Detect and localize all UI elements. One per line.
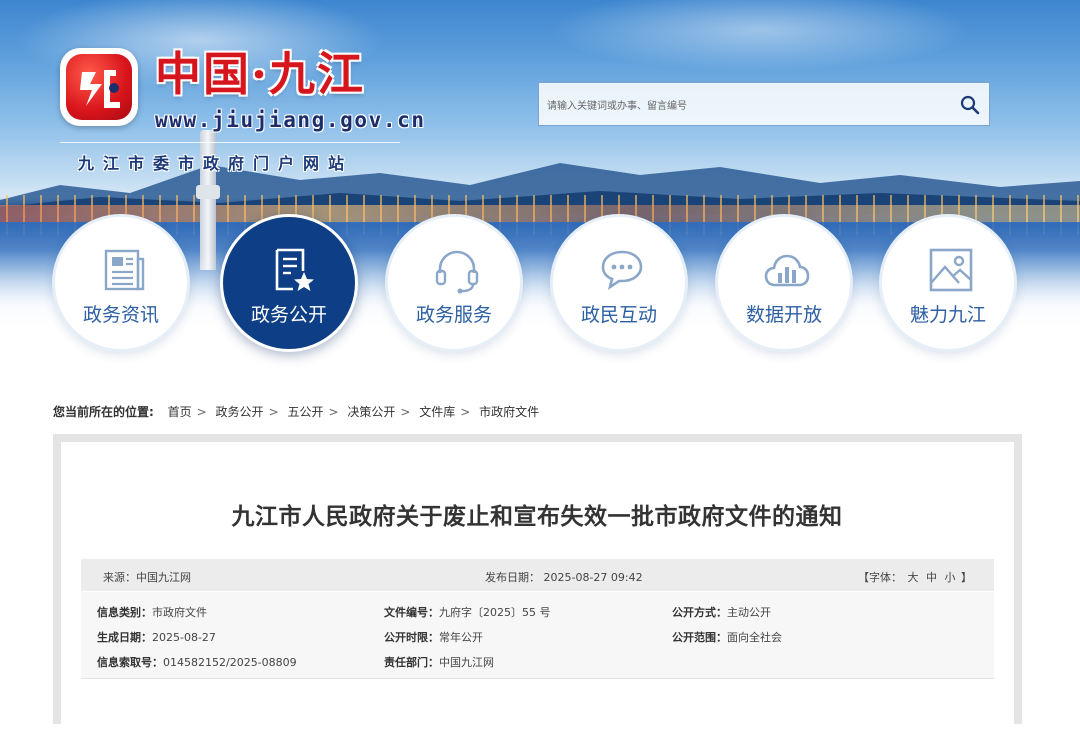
main-nav: 政务资讯 政务公开 政务服务 政民互动 数据开放 魅力九江 <box>52 214 1032 354</box>
search-input[interactable] <box>545 95 949 117</box>
nav-label: 政务公开 <box>250 304 327 326</box>
chat-bubbles-icon <box>601 250 643 290</box>
headset-icon <box>435 250 479 294</box>
article-title: 九江市人民政府关于废止和宣布失效一批市政府文件的通知 <box>231 504 843 530</box>
breadcrumb-separator: > <box>400 405 411 419</box>
breadcrumb-decision-open[interactable]: 决策公开 <box>347 405 395 419</box>
picture-icon <box>929 248 973 292</box>
font-size-close-bracket: 】 <box>961 571 972 584</box>
site-subtitle: 九江市委市政府门户网站 <box>78 154 354 173</box>
info-department: 责任部门：中国九江网 <box>384 654 494 670</box>
info-doc-number-value: 九府字〔2025〕55 号 <box>439 606 551 619</box>
breadcrumb-separator: > <box>328 405 339 419</box>
info-open-mode-value: 主动公开 <box>727 606 771 619</box>
nav-item-news[interactable]: 政务资讯 <box>52 214 190 352</box>
font-size-small-button[interactable]: 小 <box>945 571 956 584</box>
info-index-number-label: 信息索取号： <box>97 656 163 669</box>
breadcrumb-home[interactable]: 首页 <box>168 405 192 419</box>
breadcrumb-separator: > <box>268 405 279 419</box>
info-divider <box>81 678 994 679</box>
info-open-scope: 公开范围：面向全社会 <box>672 629 782 645</box>
cloud-chart-icon <box>764 254 810 287</box>
breadcrumb-file-library[interactable]: 文件库 <box>419 405 455 419</box>
article-publish-date: 发布日期： 2025-08-27 09:42 <box>485 571 643 584</box>
info-department-value: 中国九江网 <box>439 656 494 669</box>
article-meta-bar: 来源：中国九江网 发布日期： 2025-08-27 09:42 【字体： 大 中… <box>81 559 994 591</box>
info-open-mode-label: 公开方式： <box>672 606 727 619</box>
info-category: 信息类别：市政府文件 <box>97 604 207 620</box>
nav-label: 政务服务 <box>415 304 492 326</box>
nav-item-charm-jiujiang[interactable]: 魅力九江 <box>879 214 1017 352</box>
font-size-switcher: 【字体： 大 中 小 】 <box>858 569 972 585</box>
info-department-label: 责任部门： <box>384 656 439 669</box>
article-info-table: 信息类别：市政府文件 文件编号：九府字〔2025〕55 号 公开方式：主动公开 … <box>81 592 994 678</box>
info-category-label: 信息类别： <box>97 606 152 619</box>
logo-divider <box>60 142 400 143</box>
logo-emblem-icon[interactable] <box>60 48 138 126</box>
search-icon <box>960 95 980 115</box>
info-open-scope-label: 公开范围： <box>672 631 727 644</box>
info-open-period-label: 公开时限： <box>384 631 439 644</box>
font-size-label: 【字体： <box>858 571 902 584</box>
info-open-period-value: 常年公开 <box>439 631 483 644</box>
font-size-medium-button[interactable]: 中 <box>926 571 937 584</box>
info-open-period: 公开时限：常年公开 <box>384 629 483 645</box>
breadcrumb-open-government[interactable]: 政务公开 <box>216 405 264 419</box>
document-star-icon <box>275 248 314 291</box>
info-doc-number-label: 文件编号： <box>384 606 439 619</box>
breadcrumb: 您当前所在的位置: 首页 > 政务公开 > 五公开 > 决策公开 > 文件库 > 市政府文… <box>53 403 539 420</box>
breadcrumb-five-open[interactable]: 五公开 <box>287 405 323 419</box>
nav-label: 政务资讯 <box>82 304 159 326</box>
info-index-number-value: 014582152/2025-08809 <box>163 656 297 669</box>
nav-label: 魅力九江 <box>909 304 986 326</box>
breadcrumb-separator: > <box>196 405 207 419</box>
nav-item-open-government[interactable]: 政务公开 <box>220 214 358 352</box>
article-source: 来源：中国九江网 <box>103 571 191 584</box>
info-category-value: 市政府文件 <box>152 606 207 619</box>
nav-label: 政民互动 <box>580 304 657 326</box>
info-open-scope-value: 面向全社会 <box>727 631 782 644</box>
info-created: 生成日期：2025-08-27 <box>97 629 216 645</box>
news-icon <box>104 249 145 291</box>
info-index-number: 信息索取号：014582152/2025-08809 <box>97 654 297 670</box>
site-logo-title[interactable]: 中国·九江 <box>155 46 365 102</box>
info-doc-number: 文件编号：九府字〔2025〕55 号 <box>384 604 551 620</box>
breadcrumb-separator: > <box>460 405 471 419</box>
font-size-large-button[interactable]: 大 <box>908 571 919 584</box>
search-box <box>538 82 990 126</box>
info-created-label: 生成日期： <box>97 631 152 644</box>
breadcrumb-city-government-files[interactable]: 市政府文件 <box>479 405 539 419</box>
nav-label: 数据开放 <box>745 304 822 326</box>
breadcrumb-lead: 您当前所在的位置: <box>53 405 154 419</box>
site-logo-url: www.jiujiang.gov.cn <box>155 108 426 132</box>
info-open-mode: 公开方式：主动公开 <box>672 604 771 620</box>
info-created-value: 2025-08-27 <box>152 631 216 644</box>
nav-item-open-data[interactable]: 数据开放 <box>715 214 853 352</box>
nav-item-interaction[interactable]: 政民互动 <box>550 214 688 352</box>
search-button[interactable] <box>959 94 981 116</box>
nav-item-services[interactable]: 政务服务 <box>385 214 523 352</box>
